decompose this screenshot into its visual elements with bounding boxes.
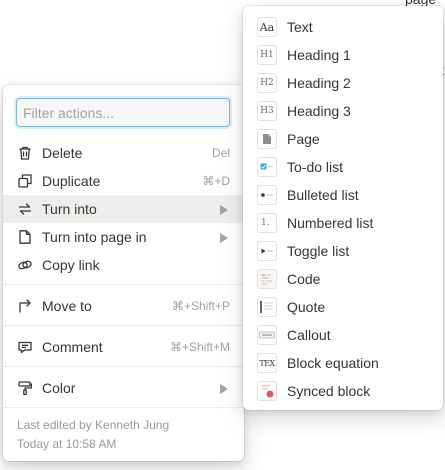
turn-into-page-in-menu-item[interactable]: Turn into page in bbox=[3, 223, 244, 251]
code-block-icon bbox=[257, 269, 277, 289]
filter-actions-wrapper bbox=[16, 98, 230, 127]
text-block-icon: Aa bbox=[257, 17, 277, 37]
turn-into-heading-2[interactable]: H2 Heading 2 bbox=[243, 69, 443, 97]
last-edited-by: Last edited by Kenneth Jung bbox=[17, 418, 170, 432]
menu-divider bbox=[3, 407, 244, 408]
turn-into-menu-item[interactable]: Turn into bbox=[3, 195, 244, 223]
move-to-label: Move to bbox=[42, 298, 92, 314]
chevron-right-icon bbox=[220, 384, 228, 394]
turn-into-heading-3[interactable]: H3 Heading 3 bbox=[243, 97, 443, 125]
turn-into-page[interactable]: Page bbox=[243, 125, 443, 153]
turn-into-code[interactable]: Code bbox=[243, 265, 443, 293]
turn-into-todo-list-label: To-do list bbox=[287, 159, 344, 175]
turn-into-text-label: Text bbox=[287, 19, 313, 35]
menu-divider bbox=[3, 325, 244, 326]
bulleted-list-icon bbox=[257, 185, 277, 205]
callout-block-icon bbox=[257, 325, 277, 345]
turn-into-quote[interactable]: Quote bbox=[243, 293, 443, 321]
heading-1-icon: H1 bbox=[257, 45, 277, 65]
turn-into-synced-block[interactable]: Synced block bbox=[243, 377, 443, 405]
copy-link-menu-item[interactable]: Copy link bbox=[3, 251, 244, 279]
move-to-shortcut: ⌘+Shift+P bbox=[171, 299, 230, 313]
toggle-list-icon bbox=[257, 241, 277, 261]
turn-into-heading-1[interactable]: H1 Heading 1 bbox=[243, 41, 443, 69]
color-label: Color bbox=[42, 380, 76, 396]
paint-roller-icon bbox=[16, 379, 34, 397]
comment-shortcut: ⌘+Shift+M bbox=[169, 340, 230, 354]
synced-block-icon bbox=[257, 381, 277, 401]
turn-into-heading-2-label: Heading 2 bbox=[287, 75, 351, 91]
turn-into-bulleted-list-label: Bulleted list bbox=[287, 187, 359, 203]
turn-into-callout-label: Callout bbox=[287, 327, 331, 343]
turn-into-code-label: Code bbox=[287, 271, 321, 287]
turn-into-todo-list[interactable]: To-do list bbox=[243, 153, 443, 181]
todo-block-icon bbox=[257, 157, 277, 177]
color-menu-item[interactable]: Color bbox=[3, 374, 244, 402]
delete-menu-item[interactable]: Delete Del bbox=[3, 139, 244, 167]
numbered-list-icon: 1. bbox=[257, 213, 277, 233]
duplicate-icon bbox=[16, 172, 34, 190]
chevron-right-icon bbox=[220, 205, 228, 215]
page-icon bbox=[16, 228, 34, 246]
turn-into-submenu: Aa Text H1 Heading 1 H2 Heading 2 H3 Hea… bbox=[243, 6, 443, 410]
turn-into-toggle-list[interactable]: Toggle list bbox=[243, 237, 443, 265]
turn-into-text[interactable]: Aa Text bbox=[243, 13, 443, 41]
equation-block-icon: TEX bbox=[257, 353, 277, 373]
turn-into-label: Turn into bbox=[42, 201, 97, 217]
turn-into-callout[interactable]: Callout bbox=[243, 321, 443, 349]
chevron-right-icon bbox=[220, 233, 228, 243]
turn-into-heading-1-label: Heading 1 bbox=[287, 47, 351, 63]
turn-into-page-in-label: Turn into page in bbox=[42, 229, 147, 245]
last-edited-time: Today at 10:58 AM bbox=[17, 437, 117, 451]
turn-into-block-equation[interactable]: TEX Block equation bbox=[243, 349, 443, 377]
delete-shortcut: Del bbox=[211, 146, 230, 160]
turn-into-quote-label: Quote bbox=[287, 299, 326, 315]
move-arrow-icon bbox=[16, 297, 34, 315]
heading-3-icon: H3 bbox=[257, 101, 277, 121]
link-icon bbox=[16, 256, 34, 274]
trash-icon bbox=[16, 144, 34, 162]
turn-into-synced-block-label: Synced block bbox=[287, 383, 371, 399]
block-actions-menu: Delete Del Duplicate ⌘+D Turn into Turn … bbox=[3, 85, 244, 461]
turn-into-heading-3-label: Heading 3 bbox=[287, 103, 351, 119]
copy-link-label: Copy link bbox=[42, 257, 100, 273]
quote-block-icon bbox=[257, 297, 277, 317]
move-to-menu-item[interactable]: Move to ⌘+Shift+P bbox=[3, 292, 244, 320]
turn-into-icon bbox=[16, 200, 34, 218]
duplicate-shortcut: ⌘+D bbox=[202, 174, 230, 188]
turn-into-toggle-list-label: Toggle list bbox=[287, 243, 350, 259]
filter-actions-input[interactable] bbox=[16, 98, 230, 127]
menu-divider bbox=[3, 366, 244, 367]
heading-2-icon: H2 bbox=[257, 73, 277, 93]
duplicate-label: Duplicate bbox=[42, 173, 101, 189]
turn-into-numbered-list[interactable]: 1. Numbered list bbox=[243, 209, 443, 237]
menu-divider bbox=[3, 284, 244, 285]
comment-label: Comment bbox=[42, 339, 103, 355]
turn-into-page-label: Page bbox=[287, 131, 320, 147]
delete-label: Delete bbox=[42, 145, 83, 161]
duplicate-menu-item[interactable]: Duplicate ⌘+D bbox=[3, 167, 244, 195]
turn-into-numbered-list-label: Numbered list bbox=[287, 215, 374, 231]
comment-menu-item[interactable]: Comment ⌘+Shift+M bbox=[3, 333, 244, 361]
turn-into-bulleted-list[interactable]: Bulleted list bbox=[243, 181, 443, 209]
turn-into-block-equation-label: Block equation bbox=[287, 355, 379, 371]
comment-icon bbox=[16, 338, 34, 356]
page-block-icon bbox=[257, 129, 277, 149]
